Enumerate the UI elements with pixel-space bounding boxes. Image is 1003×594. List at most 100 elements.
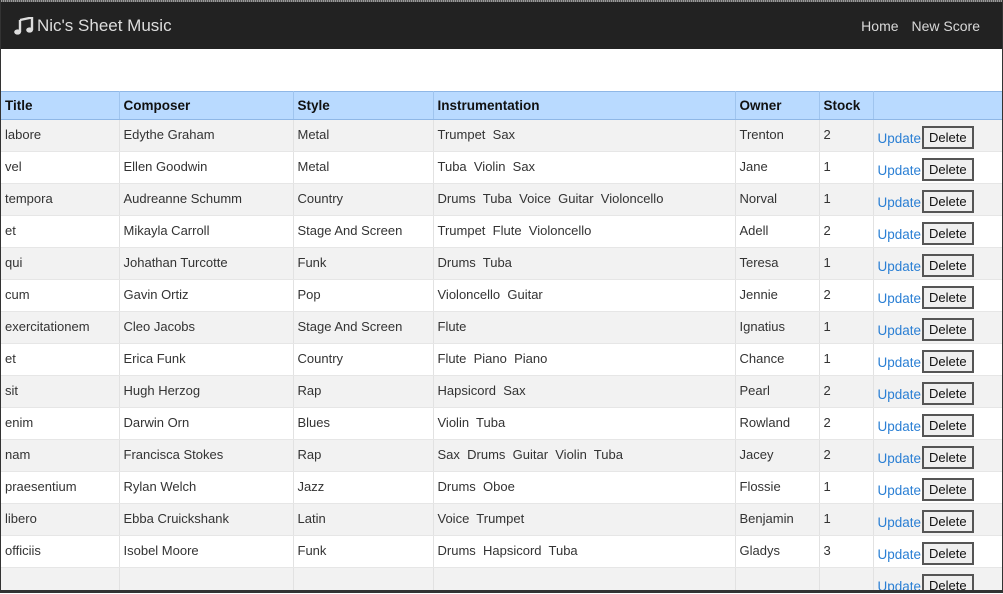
delete-button[interactable]: Delete — [922, 190, 974, 213]
cell-actions: Update Delete — [873, 567, 1002, 590]
table-row: sit Hugh Herzog Rap Hapsicord Sax Pearl 2 Upda… — [1, 375, 1002, 408]
update-link[interactable]: Update — [878, 163, 922, 178]
cell-stock: 1 — [819, 343, 874, 376]
nav-home-link[interactable]: Home — [861, 18, 898, 34]
table-row: praesentium Rylan Welch Jazz Drums Oboe Flos… — [1, 471, 1002, 504]
cell-stock: 1 — [819, 247, 874, 280]
update-link[interactable]: Update — [878, 195, 922, 210]
delete-button[interactable]: Delete — [922, 414, 974, 437]
delete-button[interactable]: Delete — [922, 574, 974, 590]
update-link[interactable]: Update — [878, 259, 922, 274]
update-link[interactable]: Update — [878, 131, 922, 146]
update-link[interactable]: Update — [878, 387, 922, 402]
delete-button[interactable]: Delete — [922, 126, 974, 149]
cell-style: Funk — [293, 247, 434, 280]
cell-title: qui — [1, 247, 120, 280]
cell-title: sit — [1, 375, 120, 408]
cell-actions: Update Delete — [873, 215, 1002, 248]
cell-instrumentation: Violoncello Guitar — [433, 279, 736, 312]
table-row: et Erica Funk Country Flute Piano Piano Chan… — [1, 343, 1002, 376]
app-window: Nic's Sheet Music Home New Score Title C… — [0, 0, 1003, 593]
table-row: enim Darwin Orn Blues Violin Tuba Rowland 2 Up… — [1, 407, 1002, 440]
column-header-actions — [873, 91, 1002, 120]
update-link[interactable]: Update — [878, 547, 922, 562]
delete-button[interactable]: Delete — [922, 318, 974, 341]
cell-stock: 1 — [819, 183, 874, 216]
brand[interactable]: Nic's Sheet Music — [14, 16, 172, 36]
cell-owner: Gladys — [735, 535, 820, 568]
cell-composer: Audreanne Schumm — [119, 183, 294, 216]
delete-button[interactable]: Delete — [922, 510, 974, 533]
cell-style: Pop — [293, 279, 434, 312]
table-row: qui Johathan Turcotte Funk Drums Tuba Teresa… — [1, 247, 1002, 280]
column-header-composer: Composer — [119, 91, 294, 120]
cell-style: Country — [293, 343, 434, 376]
cell-owner: Chance — [735, 343, 820, 376]
cell-instrumentation — [433, 567, 736, 590]
table-row: vel Ellen Goodwin Metal Tuba Violin Sax Jane… — [1, 151, 1002, 184]
update-link[interactable]: Update — [878, 579, 922, 590]
cell-owner: Norval — [735, 183, 820, 216]
delete-button[interactable]: Delete — [922, 446, 974, 469]
column-header-title: Title — [1, 91, 120, 120]
delete-button[interactable]: Delete — [922, 158, 974, 181]
delete-button[interactable]: Delete — [922, 478, 974, 501]
update-link[interactable]: Update — [878, 483, 922, 498]
delete-button[interactable]: Delete — [922, 542, 974, 565]
update-link[interactable]: Update — [878, 515, 922, 530]
cell-title: vel — [1, 151, 120, 184]
update-link[interactable]: Update — [878, 419, 922, 434]
delete-button[interactable]: Delete — [922, 382, 974, 405]
cell-composer: Hugh Herzog — [119, 375, 294, 408]
cell-actions: Update Delete — [873, 471, 1002, 504]
delete-button[interactable]: Delete — [922, 222, 974, 245]
cell-actions: Update Delete — [873, 439, 1002, 472]
cell-title: et — [1, 343, 120, 376]
cell-actions: Update Delete — [873, 375, 1002, 408]
delete-button[interactable]: Delete — [922, 254, 974, 277]
cell-composer: Mikayla Carroll — [119, 215, 294, 248]
update-link[interactable]: Update — [878, 291, 922, 306]
table-row: libero Ebba Cruickshank Latin Voice Trumpet… — [1, 503, 1002, 536]
navbar: Nic's Sheet Music Home New Score — [1, 2, 1002, 49]
cell-actions: Update Delete — [873, 279, 1002, 312]
cell-actions: Update Delete — [873, 119, 1002, 152]
cell-title: cum — [1, 279, 120, 312]
cell-style: Stage And Screen — [293, 215, 434, 248]
cell-title: nam — [1, 439, 120, 472]
cell-composer: Darwin Orn — [119, 407, 294, 440]
update-link[interactable]: Update — [878, 451, 922, 466]
cell-instrumentation: Sax Drums Guitar Violin Tuba — [433, 439, 736, 472]
table-row: et Mikayla Carroll Stage And Screen Trumpet… — [1, 215, 1002, 248]
update-link[interactable]: Update — [878, 323, 922, 338]
nav-new-score-link[interactable]: New Score — [912, 18, 980, 34]
cell-actions: Update Delete — [873, 311, 1002, 344]
delete-button[interactable]: Delete — [922, 350, 974, 373]
cell-owner: Trenton — [735, 119, 820, 152]
update-link[interactable]: Update — [878, 355, 922, 370]
cell-stock: 2 — [819, 439, 874, 472]
cell-composer: Ellen Goodwin — [119, 151, 294, 184]
table-row: labore Edythe Graham Metal Trumpet Sax Trent… — [1, 119, 1002, 152]
brand-title: Nic's Sheet Music — [37, 15, 172, 35]
cell-actions: Update Delete — [873, 183, 1002, 216]
cell-instrumentation: Drums Oboe — [433, 471, 736, 504]
cell-stock: 2 — [819, 407, 874, 440]
update-link[interactable]: Update — [878, 227, 922, 242]
cell-style: Country — [293, 183, 434, 216]
table-row: tempora Audreanne Schumm Country Drums Tuba… — [1, 183, 1002, 216]
cell-stock — [819, 567, 874, 590]
cell-actions: Update Delete — [873, 151, 1002, 184]
cell-stock: 2 — [819, 279, 874, 312]
delete-button[interactable]: Delete — [922, 286, 974, 309]
cell-title: labore — [1, 119, 120, 152]
cell-composer: Ebba Cruickshank — [119, 503, 294, 536]
cell-composer: Gavin Ortiz — [119, 279, 294, 312]
cell-style: Rap — [293, 375, 434, 408]
cell-title: officiis — [1, 535, 120, 568]
cell-title: libero — [1, 503, 120, 536]
table-header: Title Composer Style Instrumentation Own… — [1, 91, 1002, 120]
cell-composer — [119, 567, 294, 590]
table-row: cum Gavin Ortiz Pop Violoncello Guitar Jenni… — [1, 279, 1002, 312]
cell-actions: Update Delete — [873, 343, 1002, 376]
